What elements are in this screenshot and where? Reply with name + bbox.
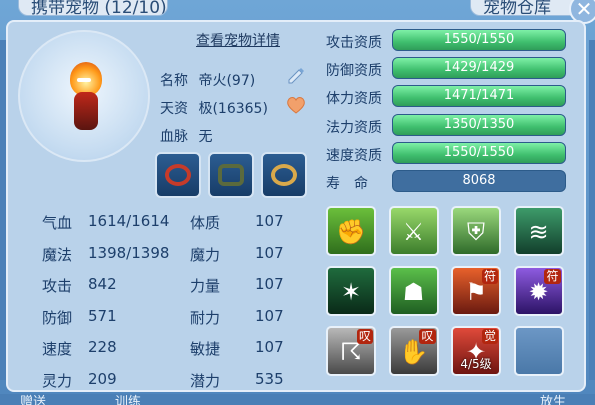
- attribute-label: 魔力: [190, 245, 221, 264]
- defense-icon: ⛨: [467, 218, 485, 246]
- pet-name-value: 帝火(97): [198, 73, 256, 89]
- pet-name-row: 名称 帝火(97): [160, 70, 255, 90]
- attribute-label: 潜力: [190, 371, 221, 390]
- aptitude-value: 1550/1550: [443, 144, 515, 160]
- empty-skill-slot[interactable]: [513, 326, 564, 376]
- collar-icon: [165, 164, 191, 186]
- stat-label: 速度: [42, 340, 73, 358]
- stat-label: 攻击: [42, 277, 73, 295]
- stat-value: 209: [88, 369, 117, 388]
- attribute-label: 体质: [190, 214, 221, 232]
- skill-tag: 符: [481, 269, 498, 284]
- pet-bloodline-row: 血脉 无: [160, 126, 212, 146]
- pet-talent-row: 天资 极(16365): [160, 98, 268, 118]
- life-label: 寿 命: [326, 176, 368, 192]
- fire-pet-icon: [68, 62, 104, 132]
- stat-value: 228: [88, 338, 117, 356]
- skill-slot[interactable]: ✹ 符: [513, 266, 564, 316]
- gift-button[interactable]: 赠送: [20, 391, 46, 405]
- aptitude-label: 攻击资质: [326, 35, 382, 51]
- skill-tag: 觉: [481, 329, 498, 344]
- aptitude-label: 速度资质: [326, 147, 382, 164]
- aptitude-bar: 1550/1550: [392, 29, 566, 51]
- aptitude-bar: 1429/1429: [392, 57, 566, 80]
- pet-bloodline-value: 无: [198, 129, 213, 145]
- skill-slot[interactable]: ✊: [326, 206, 376, 256]
- attribute-value: 107: [255, 243, 284, 262]
- pet-portrait: [18, 30, 150, 162]
- aptitude-bar: 1350/1350: [392, 113, 566, 136]
- stat-value: 571: [88, 306, 117, 325]
- skill-slot[interactable]: ⚑ 符: [451, 266, 501, 316]
- attribute-value: 107: [255, 306, 284, 325]
- attribute-value: 535: [255, 369, 284, 388]
- skill-slot[interactable]: ☈ 叹: [326, 326, 376, 376]
- train-button[interactable]: 训练: [115, 391, 141, 405]
- skill-slot[interactable]: ⚔: [388, 206, 439, 256]
- life-bar: 8068: [392, 170, 566, 192]
- stat-value: 1614/1614: [88, 212, 170, 230]
- pencil-icon[interactable]: [287, 66, 305, 84]
- giant-icon: ☗: [402, 278, 425, 306]
- pet-talent-value: 极(16365): [198, 101, 268, 117]
- skill-tag: 叹: [419, 329, 436, 344]
- view-pet-details-link[interactable]: 查看宠物详情: [196, 30, 280, 50]
- stat-label: 防御: [42, 308, 73, 327]
- aptitude-bar: 1550/1550: [392, 141, 566, 164]
- stat-label: 魔法: [42, 245, 73, 264]
- aptitude-value: 1429/1429: [443, 60, 515, 76]
- skill-level: 4/5级: [460, 357, 492, 371]
- skill-slot[interactable]: ☗: [388, 266, 439, 316]
- equip-necklace-slot[interactable]: [261, 152, 307, 198]
- stat-value: 1398/1398: [88, 243, 170, 262]
- attribute-value: 107: [255, 212, 284, 230]
- stat-label: 气血: [42, 214, 73, 232]
- skill-slot[interactable]: ✋ 叹: [388, 326, 439, 376]
- strength-icon: ✊: [336, 218, 366, 246]
- skill-slot[interactable]: ⛨: [451, 206, 501, 256]
- attribute-label: 敏捷: [190, 340, 221, 358]
- aptitude-label: 法力资质: [326, 119, 382, 136]
- aptitude-bar: 1471/1471: [392, 85, 566, 108]
- necklace-icon: [271, 164, 297, 186]
- attribute-label: 耐力: [190, 308, 221, 327]
- aptitude-value: 1550/1550: [443, 32, 515, 47]
- ice-flame-icon: ✶: [340, 278, 362, 306]
- bloodline-label: 血脉: [160, 129, 188, 145]
- skill-slot[interactable]: ≋: [513, 206, 564, 256]
- attribute-value: 107: [255, 338, 284, 356]
- release-button[interactable]: 放生: [540, 391, 566, 405]
- armor-icon: [218, 164, 244, 186]
- pet-window: 携带宠物 (12/10) 宠物仓库 ✕ 查看宠物详情 名称 帝火(97) 天资 …: [0, 0, 595, 405]
- attribute-label: 力量: [190, 277, 221, 295]
- tab-carried-pets[interactable]: 携带宠物 (12/10): [18, 0, 168, 16]
- skill-tag: 叹: [356, 329, 373, 344]
- tab-pet-storage[interactable]: 宠物仓库: [470, 0, 580, 16]
- stat-label: 灵力: [42, 371, 73, 390]
- talent-label: 天资: [160, 101, 188, 117]
- sword-icon: ⚔: [402, 218, 425, 246]
- stat-value: 842: [88, 275, 117, 293]
- name-label: 名称: [160, 73, 188, 89]
- aptitude-value: 1350/1350: [443, 116, 515, 132]
- bottom-toolbar: 赠送 训练 放生: [0, 394, 595, 405]
- aptitude-label: 防御资质: [326, 63, 382, 80]
- life-value: 8068: [462, 173, 496, 188]
- attribute-value: 107: [255, 275, 284, 293]
- skill-slot[interactable]: ✦ 觉 4/5级: [451, 326, 501, 376]
- skill-slot[interactable]: ✶: [326, 266, 376, 316]
- wind-icon: ≋: [528, 218, 549, 246]
- equip-collar-slot[interactable]: [155, 152, 201, 198]
- right-edge: [589, 40, 595, 380]
- aptitude-label: 体力资质: [326, 91, 382, 108]
- skill-tag: 符: [544, 269, 561, 284]
- aptitude-value: 1471/1471: [443, 88, 515, 104]
- equip-armor-slot[interactable]: [208, 152, 254, 198]
- heart-icon[interactable]: [286, 96, 306, 114]
